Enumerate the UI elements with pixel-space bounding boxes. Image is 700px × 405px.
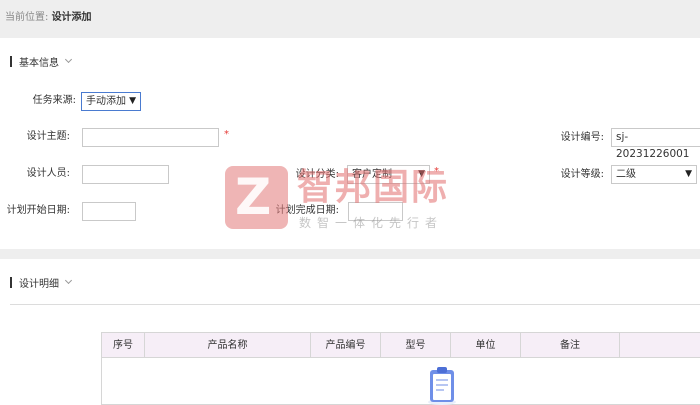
- breadcrumb-current: 设计添加: [51, 12, 92, 23]
- chevron-down-icon[interactable]: [64, 55, 73, 64]
- divider-line: [10, 304, 700, 305]
- column-header: 产品名称: [145, 333, 311, 358]
- plan-finish-date-input[interactable]: [348, 202, 403, 221]
- caret-down-icon: ▼: [685, 169, 692, 179]
- breadcrumb-prefix: 当前位置:: [5, 12, 49, 23]
- task-source-label: 任务来源:: [32, 95, 76, 106]
- design-code-value: sj-20231226001: [616, 131, 690, 160]
- plan-start-date-input[interactable]: [82, 202, 136, 221]
- section-design-detail-title: 设计明细: [19, 278, 59, 290]
- watermark-logo-letter: Z: [235, 168, 272, 226]
- section-marker: [10, 276, 12, 288]
- column-header-blank: [620, 333, 700, 358]
- column-header: 产品编号: [311, 333, 381, 358]
- watermark-logo: Z: [225, 166, 288, 229]
- caret-down-icon: ▼: [418, 169, 425, 179]
- plan-start-date-label: 计划开始日期:: [6, 205, 70, 216]
- design-level-label: 设计等级:: [560, 169, 604, 180]
- section-design-detail-header[interactable]: 设计明细: [10, 275, 73, 290]
- section-basic-info-header[interactable]: 基本信息: [10, 54, 73, 69]
- designer-label: 设计人员:: [26, 168, 70, 179]
- breadcrumb-bar: 当前位置: 设计添加: [0, 0, 700, 38]
- column-header: 序号: [102, 333, 145, 358]
- design-code-label: 设计编号:: [560, 132, 604, 143]
- design-category-label: 设计分类:: [295, 169, 339, 180]
- design-category-select[interactable]: 客户定制 ▼: [347, 165, 430, 184]
- plan-finish-date-label: 计划完成日期:: [275, 205, 339, 216]
- design-category-value: 客户定制: [352, 169, 392, 180]
- design-level-select[interactable]: 二级 ▼: [611, 165, 697, 184]
- section-basic-info-title: 基本信息: [19, 57, 59, 69]
- caret-down-icon: ▼: [129, 96, 136, 106]
- section-divider: [0, 249, 700, 259]
- design-level-value: 二级: [616, 169, 636, 180]
- table-header: 序号 产品名称 产品编号 型号 单位 备注: [102, 333, 700, 358]
- design-topic-required-mark: *: [224, 129, 229, 140]
- task-source-select[interactable]: 手动添加 ▼: [81, 92, 141, 111]
- section-marker: [10, 55, 12, 67]
- design-topic-label: 设计主题:: [26, 131, 70, 142]
- column-header: 型号: [381, 333, 451, 358]
- design-category-required-mark: *: [434, 166, 439, 177]
- design-code-input[interactable]: sj-20231226001: [611, 128, 700, 160]
- chevron-down-icon[interactable]: [64, 276, 73, 285]
- designer-input[interactable]: [82, 165, 169, 184]
- clipboard-icon: [427, 366, 457, 405]
- task-source-value: 手动添加: [86, 96, 126, 107]
- design-detail-table: 序号 产品名称 产品编号 型号 单位 备注: [101, 332, 700, 405]
- column-header: 单位: [451, 333, 521, 358]
- column-header: 备注: [521, 333, 620, 358]
- design-topic-input[interactable]: [82, 128, 219, 147]
- breadcrumb: 当前位置: 设计添加: [5, 11, 92, 25]
